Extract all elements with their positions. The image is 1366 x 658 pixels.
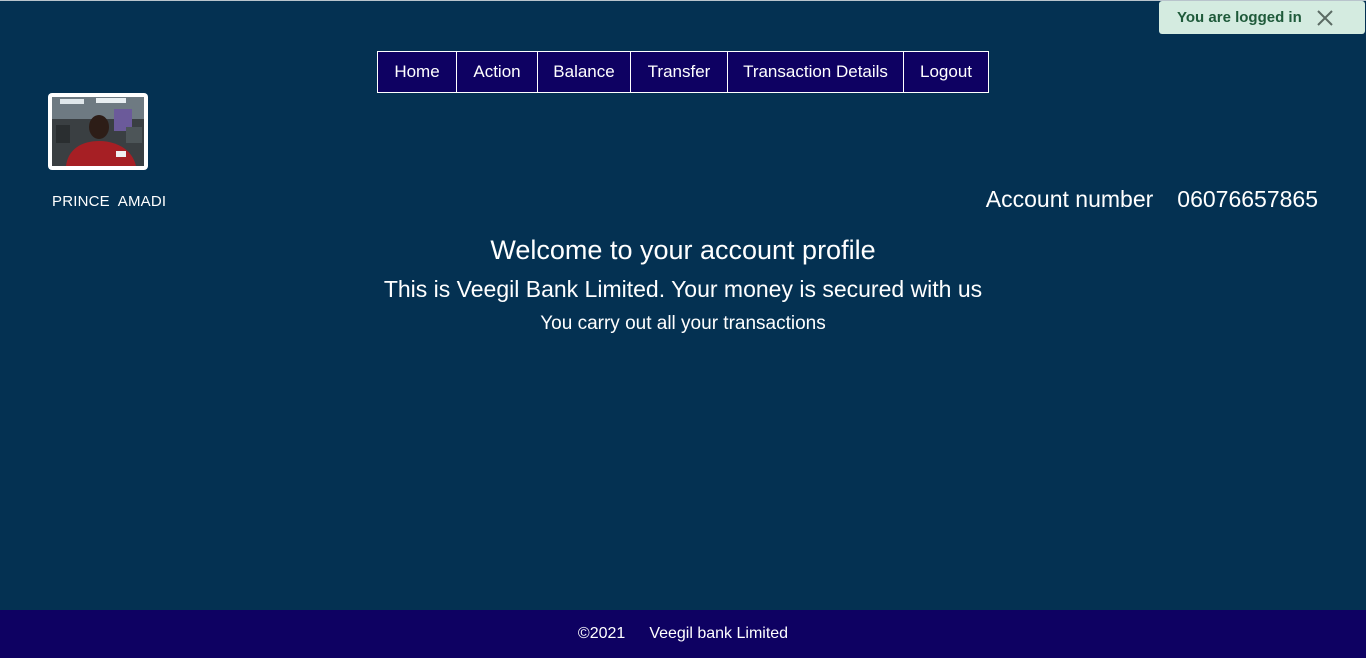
close-icon[interactable] (1315, 8, 1335, 28)
footer-copyright: ©2021 (577, 625, 626, 642)
toast-message: You are logged in (1177, 9, 1302, 26)
nav-transfer[interactable]: Transfer (630, 51, 728, 93)
bank-tagline: This is Veegil Bank Limited. Your money … (383, 276, 983, 302)
account-info: Account number 06076657865 (986, 186, 1318, 213)
nav-transaction-details[interactable]: Transaction Details (727, 51, 904, 93)
nav-home[interactable]: Home (377, 51, 457, 93)
transactions-subtitle: You carry out all your transactions (540, 313, 826, 334)
account-number-label: Account number (985, 186, 1154, 212)
nav-balance[interactable]: Balance (537, 51, 631, 93)
nav-logout[interactable]: Logout (903, 51, 989, 93)
main-nav: Home Action Balance Transfer Transaction… (377, 51, 989, 93)
user-name: PRINCE AMADI (52, 193, 167, 210)
avatar (48, 93, 148, 170)
welcome-heading: Welcome to your account profile (490, 235, 876, 265)
account-number-value: 06076657865 (1177, 186, 1318, 212)
footer-company: Veegil bank Limited (649, 625, 789, 642)
profile-photo (52, 97, 144, 166)
nav-action[interactable]: Action (456, 51, 538, 93)
footer: ©2021 Veegil bank Limited (0, 610, 1366, 658)
login-toast: You are logged in (1159, 1, 1365, 34)
